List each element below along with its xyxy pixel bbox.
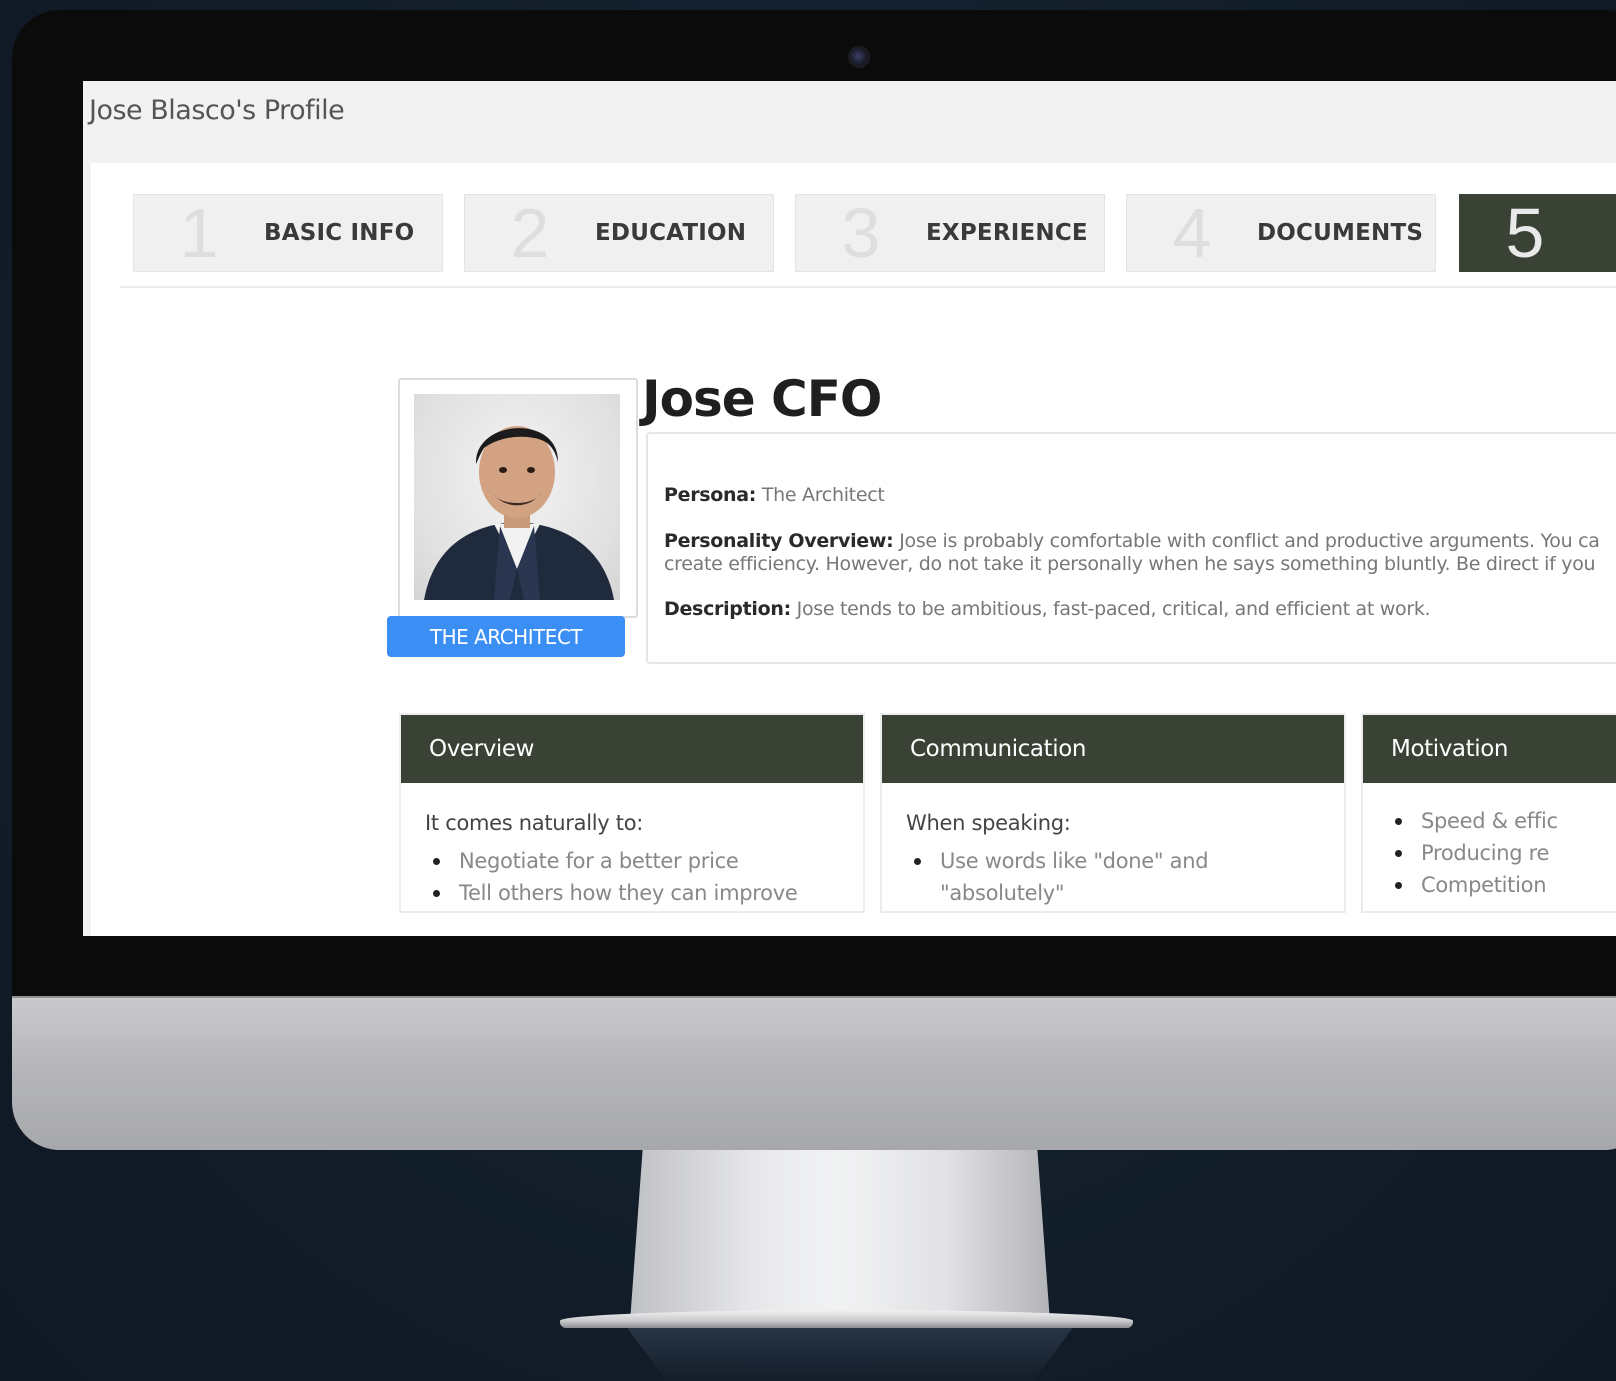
communication-list: Use words like "done" and "absolutely": [906, 845, 1320, 909]
person-photo-icon: [424, 426, 614, 600]
description-label: Description:: [664, 598, 791, 620]
personality-line: Personality Overview: Jose is probably c…: [664, 530, 1600, 552]
list-item: Producing re: [1395, 837, 1616, 869]
description-line: Description: Jose tends to be ambitious,…: [664, 598, 1431, 620]
step-label: EDUCATION: [595, 220, 747, 246]
webcam-icon: [848, 46, 870, 68]
overview-card-title: Overview: [401, 715, 863, 783]
persona-value: The Architect: [761, 484, 885, 506]
step-label: BASIC INFO: [264, 220, 415, 246]
persona-line: Persona: The Architect: [664, 484, 885, 506]
step-number: 3: [841, 194, 881, 272]
persona-label: Persona:: [664, 484, 757, 506]
list-item: Negotiate for a better price: [433, 845, 839, 877]
bottom-bezel: [12, 936, 1616, 998]
personality-label: Personality Overview:: [664, 530, 894, 552]
personality-line-2: create efficiency. However, do not take …: [664, 553, 1596, 575]
motivation-card-title: Motivation: [1363, 715, 1616, 783]
step-documents[interactable]: 4 DOCUMENTS: [1126, 194, 1436, 272]
profile-photo-frame: [398, 378, 638, 618]
monitor-stand: [630, 1150, 1050, 1322]
step-number: 4: [1172, 194, 1212, 272]
description-value: Jose tends to be ambitious, fast-paced, …: [796, 598, 1431, 620]
overview-subtitle: It comes naturally to:: [425, 811, 644, 835]
stand-reflection: [625, 1325, 1075, 1381]
step-tabs: 1 BASIC INFO 2 EDUCATION 3 EXPERIENCE 4 …: [133, 194, 1616, 274]
step-label: DOCUMENTS: [1257, 220, 1424, 246]
list-item: Use words like "done" and: [914, 845, 1320, 877]
step-number: 1: [179, 194, 219, 272]
monitor-chin: [12, 998, 1616, 1150]
list-item: Competition: [1395, 869, 1616, 901]
step-5-active[interactable]: 5: [1459, 194, 1616, 272]
step-education[interactable]: 2 EDUCATION: [464, 194, 774, 272]
list-item: Speed & effic: [1395, 805, 1616, 837]
communication-subtitle: When speaking:: [906, 811, 1071, 835]
overview-card: Overview It comes naturally to: Negotiat…: [399, 713, 865, 913]
profile-photo: [414, 394, 620, 600]
step-number: 2: [510, 194, 550, 272]
communication-card-title: Communication: [882, 715, 1344, 783]
divider: [120, 286, 1616, 288]
step-number: 5: [1505, 194, 1545, 272]
persona-badge[interactable]: THE ARCHITECT: [387, 616, 625, 657]
motivation-card: Motivation Speed & effic Producing re Co…: [1361, 713, 1616, 913]
communication-card: Communication When speaking: Use words l…: [880, 713, 1346, 913]
list-item: Tell others how they can improve: [433, 877, 839, 909]
personality-text-1: Jose is probably comfortable with confli…: [899, 530, 1600, 552]
motivation-list: Speed & effic Producing re Competition: [1387, 805, 1616, 901]
page-title: Jose Blasco's Profile: [89, 95, 345, 126]
step-basic-info[interactable]: 1 BASIC INFO: [133, 194, 443, 272]
monitor-base: [560, 1310, 1133, 1328]
persona-summary-box: Persona: The Architect Personality Overv…: [646, 432, 1616, 664]
overview-list: Negotiate for a better price Tell others…: [425, 845, 839, 909]
monitor-frame: Jose Blasco's Profile 1 BASIC INFO 2 EDU…: [12, 10, 1616, 1150]
step-label: EXPERIENCE: [926, 220, 1088, 246]
list-item-continuation: "absolutely": [940, 881, 1065, 905]
profile-name: Jose CFO: [642, 370, 882, 428]
step-experience[interactable]: 3 EXPERIENCE: [795, 194, 1105, 272]
